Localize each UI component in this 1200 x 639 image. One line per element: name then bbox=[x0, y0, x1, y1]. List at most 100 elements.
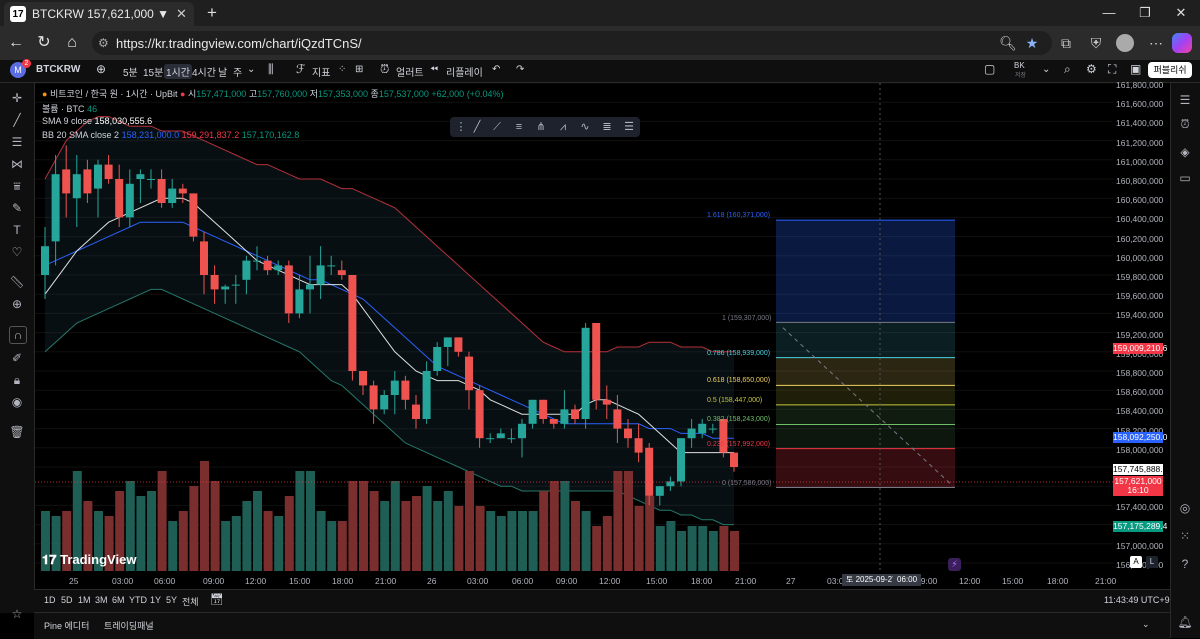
auto-scale-button[interactable]: A bbox=[1130, 556, 1142, 568]
notification-bell-icon[interactable]: 🔔︎ bbox=[1177, 614, 1193, 630]
interval-5m[interactable]: 5분 bbox=[123, 64, 138, 79]
trading-panel-tab[interactable]: 트레이딩패널 bbox=[104, 619, 154, 632]
interval-day[interactable]: 날 bbox=[218, 64, 227, 79]
trendline-icon[interactable]: ╱ bbox=[9, 112, 25, 128]
compass-icon[interactable]: ◎ bbox=[1177, 500, 1193, 516]
layout-name[interactable]: BK bbox=[1014, 61, 1025, 70]
tab-close-icon[interactable]: ✕ bbox=[176, 6, 187, 22]
replay-button[interactable]: 리플레이 bbox=[446, 64, 483, 79]
candle-type-icon[interactable]: ⫼ bbox=[268, 62, 274, 77]
stay-drawing-icon[interactable]: ✐ bbox=[9, 350, 25, 366]
text-tool-icon[interactable]: T bbox=[9, 222, 25, 238]
layout-dropdown-icon[interactable]: ⌄ bbox=[1042, 64, 1050, 75]
alerts-clock-icon[interactable]: ⏰︎ bbox=[1177, 116, 1193, 132]
dots-grid-icon[interactable]: ⁙ bbox=[1177, 528, 1193, 544]
fullscreen-icon[interactable]: ⛶ bbox=[1108, 62, 1116, 77]
home-icon[interactable]: ⌂ bbox=[62, 34, 82, 52]
wave-tool-icon[interactable]: ∿ bbox=[578, 120, 592, 134]
compare-add-icon[interactable]: ⊕ bbox=[96, 62, 106, 76]
clock-timezone[interactable]: 11:43:49 UTC+9 bbox=[1104, 595, 1170, 605]
legend-sma[interactable]: SMA 9 close 158,030,555.6 bbox=[42, 116, 152, 126]
price-scale[interactable]: 161,800,000 161,600,000 161,400,000 161,200… bbox=[1113, 80, 1170, 573]
pattern-icon[interactable]: ⋈ bbox=[9, 156, 25, 172]
range-ytd[interactable]: YTD bbox=[129, 595, 147, 605]
pitchfork-tool-icon[interactable]: ⋔ bbox=[534, 120, 548, 134]
fib-tools-icon[interactable]: ⩸ bbox=[9, 178, 25, 194]
watchlist-icon[interactable]: ☰ bbox=[1177, 92, 1193, 108]
indicators-icon[interactable]: ℱ bbox=[296, 62, 305, 76]
line-tool-icon[interactable]: ╱ bbox=[470, 120, 484, 134]
snapshot-camera-icon[interactable]: ▣ bbox=[1130, 62, 1141, 76]
redo-icon[interactable]: ↷ bbox=[516, 64, 524, 75]
range-1y[interactable]: 1Y bbox=[150, 595, 161, 605]
ray-tool-icon[interactable]: ⟋ bbox=[490, 120, 504, 134]
date-range-calendar-icon[interactable]: 📅︎ bbox=[210, 593, 224, 606]
zoom-in-icon[interactable]: ⊕ bbox=[9, 296, 25, 312]
maximize-button[interactable]: ❐ bbox=[1130, 3, 1160, 23]
alert-button[interactable]: 얼러트 bbox=[396, 64, 424, 79]
fib-levels-icon[interactable]: ☰ bbox=[622, 120, 636, 134]
url-text[interactable]: https://kr.tradingview.com/chart/iQzdTCn… bbox=[116, 36, 362, 51]
zoom-icon[interactable]: 🔍︎ bbox=[998, 34, 1018, 52]
collapse-panel-icon[interactable]: ⌄ bbox=[1142, 619, 1150, 630]
minimize-button[interactable]: — bbox=[1094, 3, 1124, 23]
horizontal-lines-icon[interactable]: ☰ bbox=[9, 134, 25, 150]
range-5d[interactable]: 5D bbox=[61, 595, 73, 605]
replay-icon[interactable]: ⏪︎ bbox=[430, 64, 438, 75]
favorite-star-icon[interactable]: ★ bbox=[1022, 34, 1042, 52]
settings-gear-icon[interactable]: ⚙ bbox=[1086, 62, 1097, 76]
lightning-icon[interactable]: ⚡︎ bbox=[948, 558, 961, 571]
legend-symbol[interactable]: ● 비트코인 / 한국 원 · 1시간 · UpBit ● 시157,471,0… bbox=[42, 87, 503, 100]
interval-15m[interactable]: 15분 bbox=[143, 64, 163, 79]
heart-icon[interactable]: ♡ bbox=[9, 244, 25, 260]
profile-avatar[interactable] bbox=[1116, 34, 1134, 52]
channel-tool-icon[interactable]: ≡ bbox=[512, 120, 526, 134]
shield-icon[interactable]: ⛨ bbox=[1086, 34, 1106, 52]
ruler-icon[interactable]: 📏︎ bbox=[9, 274, 25, 290]
legend-volume[interactable]: 볼륨 · BTC 46 bbox=[42, 102, 97, 115]
close-window-button[interactable]: ✕ bbox=[1166, 3, 1196, 23]
quick-search-icon[interactable]: ⌕ bbox=[1064, 62, 1071, 77]
alert-icon[interactable]: ⏰︎ bbox=[380, 62, 389, 77]
chat-icon[interactable]: ▭ bbox=[1177, 170, 1193, 186]
interval-week[interactable]: 주 bbox=[233, 64, 242, 79]
drag-handle-icon[interactable]: ⋮ bbox=[454, 120, 468, 134]
range-3m[interactable]: 3M bbox=[95, 595, 108, 605]
range-all[interactable]: 전체 bbox=[182, 595, 199, 608]
templates-icon[interactable]: ⁘ bbox=[338, 64, 346, 75]
brush-icon[interactable]: ✎ bbox=[9, 200, 25, 216]
zigzag-tool-icon[interactable]: ⩘ bbox=[556, 120, 570, 134]
layout-icon[interactable]: ⊞ bbox=[355, 64, 363, 75]
eye-visibility-icon[interactable]: ◉ bbox=[9, 394, 25, 410]
magnet-icon[interactable]: ∩ bbox=[9, 326, 27, 344]
site-info-icon[interactable]: ⚙ bbox=[98, 36, 109, 50]
layers-icon[interactable]: ◈ bbox=[1177, 144, 1193, 160]
indicators-button[interactable]: 지표 bbox=[312, 64, 330, 79]
log-scale-button[interactable]: L bbox=[1146, 556, 1158, 568]
price-chart[interactable] bbox=[35, 83, 1113, 573]
interval-dropdown-icon[interactable]: ⌄ bbox=[247, 64, 255, 75]
pine-editor-tab[interactable]: Pine 에디터 bbox=[44, 619, 89, 632]
more-menu-icon[interactable]: ⋯ bbox=[1146, 34, 1166, 52]
time-axis[interactable]: 25 03:00 06:00 09:00 12:00 15:00 18:00 21:00 26 0… bbox=[35, 573, 1116, 589]
publish-button[interactable]: 퍼블리쉬 bbox=[1148, 62, 1192, 78]
crosshair-icon[interactable]: ✛ bbox=[9, 90, 25, 106]
copilot-icon[interactable] bbox=[1172, 33, 1192, 53]
refresh-icon[interactable]: ↻ bbox=[34, 34, 54, 52]
range-6m[interactable]: 6M bbox=[112, 595, 125, 605]
help-icon[interactable]: ? bbox=[1177, 556, 1193, 572]
range-1d[interactable]: 1D bbox=[44, 595, 56, 605]
interval-4h[interactable]: 4시간 bbox=[192, 64, 216, 79]
interval-1h[interactable]: 1시간 bbox=[164, 64, 192, 79]
extensions-icon[interactable]: ⧉ bbox=[1056, 34, 1076, 52]
favorites-star-icon[interactable]: ☆ bbox=[9, 606, 25, 622]
new-tab-button[interactable]: + bbox=[202, 3, 222, 23]
layout-square-icon[interactable]: ▢ bbox=[984, 62, 995, 76]
legend-bb[interactable]: BB 20 SMA close 2 158,231,000.0 159,291,… bbox=[42, 130, 299, 140]
fib-channel-icon[interactable]: ≣ bbox=[600, 120, 614, 134]
trash-icon[interactable]: 🗑︎ bbox=[9, 424, 25, 440]
browser-tab[interactable]: 17 BTCKRW 157,621,000 ▼ −0.32% l ✕ bbox=[4, 2, 194, 26]
undo-icon[interactable]: ↶ bbox=[492, 64, 500, 75]
symbol-search-button[interactable]: BTCKRW bbox=[36, 64, 80, 75]
lock-icon[interactable]: 🔒︎ bbox=[9, 372, 25, 388]
